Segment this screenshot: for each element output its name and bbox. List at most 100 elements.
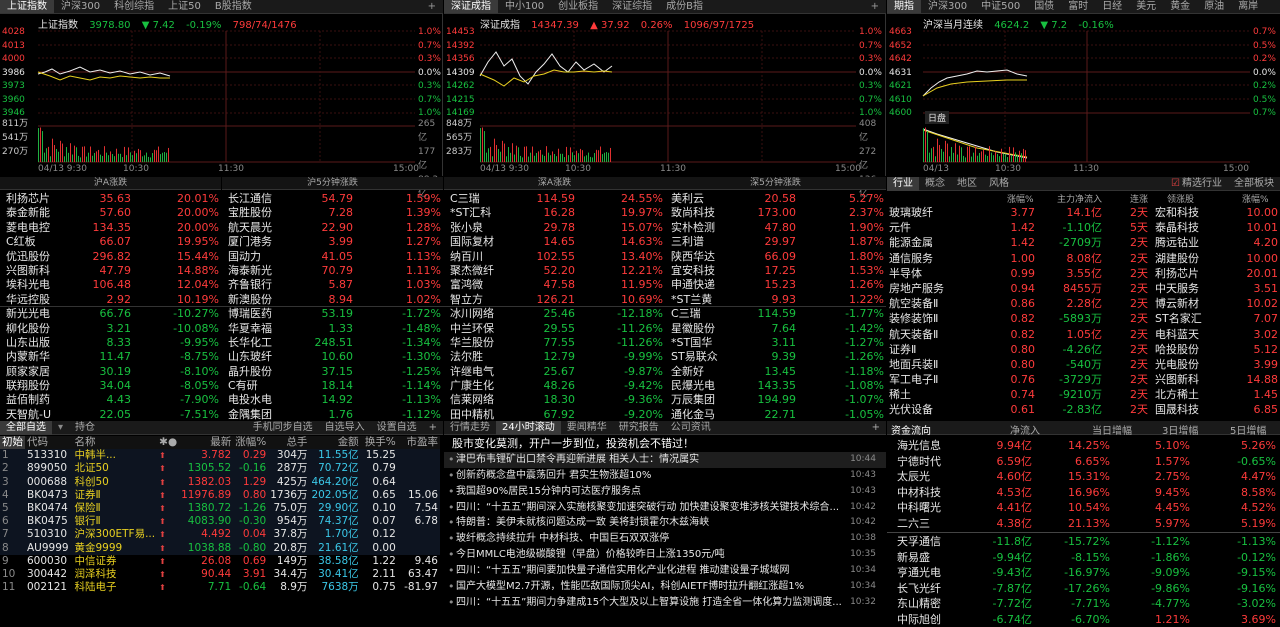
- news-title[interactable]: 股市变化莫测，开户一步到位，投资机会不错过！: [452, 436, 694, 452]
- flow-title[interactable]: 资金流向: [891, 422, 931, 437]
- sector-row[interactable]: 房地产服务0.948455万2天中天服务3.51: [887, 281, 1280, 296]
- rank-row[interactable]: 华夏幸福1.33-1.48%: [222, 322, 443, 336]
- col-header[interactable]: 当日增幅: [1092, 422, 1132, 437]
- flow-row[interactable]: 亨通光电-9.43亿-16.97%-9.09%-9.15%: [887, 565, 1280, 581]
- tab-kc-index[interactable]: 科创综指: [107, 0, 161, 14]
- sector-name[interactable]: 能源金属: [889, 235, 933, 250]
- tab-company-news[interactable]: 公司资讯: [665, 421, 717, 435]
- stock-name[interactable]: 陕西华达: [671, 250, 715, 264]
- sector-name[interactable]: 航天装备Ⅱ: [889, 327, 938, 342]
- news-item[interactable]: •玻纤概念持续拉升 中材科技、中国巨石双双涨停10:38: [444, 531, 886, 547]
- news-title[interactable]: 创新药概念盘中震荡回升 君实生物涨超10%: [456, 468, 651, 484]
- leading-stock[interactable]: 湖建股份: [1155, 251, 1199, 266]
- tab-b-index[interactable]: B股指数: [208, 0, 259, 14]
- stock-name[interactable]: 兴图新科: [6, 264, 50, 278]
- tab-sz-index[interactable]: 深证成指: [444, 0, 498, 14]
- leading-stock[interactable]: 利扬芯片: [1155, 266, 1199, 281]
- rank-row[interactable]: C三瑞114.5924.55%: [444, 192, 665, 206]
- stock-name[interactable]: C三瑞: [671, 307, 701, 321]
- rank-row[interactable]: 冰川网络25.46-12.18%: [444, 307, 665, 321]
- tab-market-trend[interactable]: 行情走势: [444, 421, 496, 435]
- stock-name[interactable]: 益佰制药: [6, 393, 50, 407]
- sector-row[interactable]: 半导体0.993.55亿2天利扬芯片20.01: [887, 266, 1280, 281]
- rank-row[interactable]: 民爆光电143.35-1.08%: [665, 379, 886, 393]
- rank-row[interactable]: 许继电气25.67-9.87%: [444, 365, 665, 379]
- sector-name[interactable]: 房地产服务: [889, 281, 944, 296]
- news-title[interactable]: 国产大模型M2.7开源，性能匹敌国际顶尖AI，科创AIETF博时拉升翻红涨超1%: [456, 579, 804, 595]
- rank-row[interactable]: 联翔股份34.04-8.05%: [0, 379, 221, 393]
- col-header[interactable]: 主力净流入: [1057, 192, 1102, 205]
- col-header[interactable]: 金额: [309, 436, 360, 449]
- tab-oil[interactable]: 原油: [1197, 0, 1231, 14]
- rank-row[interactable]: C红板66.0719.95%: [0, 235, 221, 249]
- table-row[interactable]: 8AU9999黄金9999⬆1038.88-0.8020.8万21.61亿0.0…: [0, 542, 440, 555]
- rank-row[interactable]: 埃科光电106.4812.04%: [0, 278, 221, 292]
- news-title[interactable]: 今日MMLC电池级碳酸锂（早盘）价格较昨日上涨1350元/吨: [456, 547, 725, 563]
- stock-name[interactable]: 新光光电: [6, 307, 50, 321]
- news-item[interactable]: •四川：“十五五”期间力争建成15个大型及以上智算设施 打造全省一体化算力监测调…: [444, 595, 886, 611]
- col-header[interactable]: 涨幅%: [233, 436, 268, 449]
- rank-row[interactable]: 致尚科技173.002.37%: [665, 206, 886, 220]
- rank-row[interactable]: 张小泉29.7815.07%: [444, 221, 665, 235]
- stock-name[interactable]: 华夏幸福: [228, 322, 272, 336]
- table-row[interactable]: 1513310中韩半...⬆3.7820.29304万11.55亿15.25: [0, 449, 440, 462]
- news-title[interactable]: 津巴布韦锂矿出口禁令再迎新进展 相关人士：情况属实: [456, 452, 699, 468]
- panel2-chart[interactable]: 深证成指 14347.39 ▲ 37.92 0.26% 1096/97/1725…: [444, 14, 886, 176]
- table-row[interactable]: 11002121科陆电子⬆7.71-0.648.9万7638万0.75-81.9…: [0, 581, 440, 594]
- stock-name[interactable]: 华远控股: [6, 293, 50, 307]
- rank-row[interactable]: *ST兰黄9.931.22%: [665, 293, 886, 307]
- news-title[interactable]: 四川：“十五五”期间深入实施核聚变加速突破行动 加快建设聚变堆涉核关键技术综合.…: [456, 500, 839, 516]
- tab-gold[interactable]: 黄金: [1163, 0, 1197, 14]
- all-sectors-link[interactable]: 全部板块: [1228, 177, 1280, 191]
- rank-row[interactable]: 泰金新能57.6020.00%: [0, 206, 221, 220]
- rank-row[interactable]: 内蒙新华11.47-8.75%: [0, 350, 221, 364]
- rank-row[interactable]: ST易联众9.39-1.26%: [665, 350, 886, 364]
- stock-name[interactable]: 泰金新能: [6, 206, 50, 220]
- stock-name[interactable]: 星徽股份: [671, 322, 715, 336]
- col-header[interactable]: 换手%: [361, 436, 398, 449]
- add-tab-icon[interactable]: +: [421, 0, 443, 14]
- stock-name[interactable]: 全新好: [671, 365, 704, 379]
- stock-name[interactable]: 齐鲁银行: [228, 278, 272, 292]
- leading-stock[interactable]: 泰晶科技: [1155, 220, 1199, 235]
- rank-row[interactable]: 厦门港务3.991.27%: [222, 235, 443, 249]
- stock-name[interactable]: 优迅股份: [6, 250, 50, 264]
- flow-row[interactable]: 中材科技4.53亿16.96%9.45%8.58%: [887, 485, 1280, 501]
- stock-name[interactable]: *ST兰黄: [671, 293, 712, 307]
- leading-stock[interactable]: 国晟科技: [1155, 402, 1199, 417]
- rank-row[interactable]: 全新好13.45-1.18%: [665, 365, 886, 379]
- sector-name[interactable]: 半导体: [889, 266, 922, 281]
- stock-name[interactable]: 中际旭创: [897, 612, 941, 627]
- rank-row[interactable]: 三利谱29.971.87%: [665, 235, 886, 249]
- rank-row[interactable]: C三瑞114.59-1.77%: [665, 307, 886, 321]
- sector-name[interactable]: 地面兵装Ⅱ: [889, 357, 938, 372]
- table-row[interactable]: 3000688科创50⬆1382.031.29425万464.20亿0.64: [0, 476, 440, 489]
- stock-name[interactable]: 天孚通信: [897, 534, 941, 550]
- leading-stock[interactable]: 腾远钴业: [1155, 235, 1199, 250]
- stock-name[interactable]: *ST国华: [671, 336, 712, 350]
- stock-name[interactable]: 海光信息: [897, 438, 941, 454]
- sector-row[interactable]: 玻璃玻纤3.7714.1亿2天宏和科技10.00: [887, 205, 1280, 220]
- stock-name[interactable]: 菱电电控: [6, 221, 50, 235]
- tab-zx100[interactable]: 中小100: [498, 0, 551, 14]
- stock-name[interactable]: 许继电气: [450, 365, 494, 379]
- rank-row[interactable]: 晶升股份37.15-1.25%: [222, 365, 443, 379]
- stock-name[interactable]: 美利云: [671, 192, 704, 206]
- stock-name[interactable]: 山东出版: [6, 336, 50, 350]
- table-row[interactable]: 4BK0473证券Ⅱ⬆11976.890.801736万202.05亿0.651…: [0, 489, 440, 502]
- stock-name[interactable]: 内蒙新华: [6, 350, 50, 364]
- col-header[interactable]: 最新: [179, 436, 233, 449]
- sector-name[interactable]: 光伏设备: [889, 402, 933, 417]
- tab-holdings[interactable]: 持仓: [69, 421, 101, 435]
- stock-name[interactable]: C红板: [6, 235, 36, 249]
- rank-row[interactable]: 优迅股份296.8215.44%: [0, 250, 221, 264]
- rank-row[interactable]: 航天晨光22.901.28%: [222, 221, 443, 235]
- stock-name[interactable]: 实朴检测: [671, 221, 715, 235]
- stock-name[interactable]: 万辰集团: [671, 393, 715, 407]
- rank-row[interactable]: 宜安科技17.251.53%: [665, 264, 886, 278]
- rank-row[interactable]: 陕西华达66.091.80%: [665, 250, 886, 264]
- sector-row[interactable]: 装修装饰Ⅱ0.82-5893万2天ST名家汇7.07: [887, 311, 1280, 326]
- rank-row[interactable]: 益佰制药4.43-7.90%: [0, 393, 221, 407]
- col-header[interactable]: 代码: [25, 436, 72, 449]
- rank-row[interactable]: 申通快递15.231.26%: [665, 278, 886, 292]
